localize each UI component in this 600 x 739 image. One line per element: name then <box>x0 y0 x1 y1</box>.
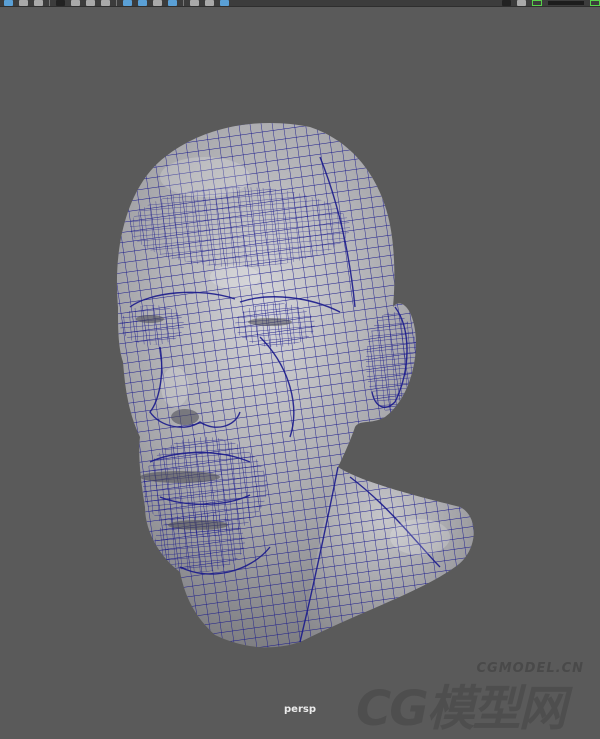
forehead-wrinkles <box>130 187 350 267</box>
resolution-gate-icon[interactable] <box>101 0 110 6</box>
toolbar-divider <box>183 0 184 6</box>
isolate-icon[interactable] <box>220 0 229 6</box>
wireframe-icon[interactable] <box>123 0 132 6</box>
exposure-icon[interactable] <box>517 0 526 6</box>
textured-icon[interactable] <box>153 0 162 6</box>
toolbar-divider <box>49 0 50 6</box>
head-geometry <box>116 122 474 648</box>
perspective-viewport[interactable]: CGMODEL.CN CG模型网 <box>0 7 600 737</box>
eye-region-left <box>120 305 184 345</box>
bookmark-icon[interactable] <box>34 0 43 6</box>
head-mesh[interactable] <box>0 7 600 730</box>
film-gate-icon[interactable] <box>86 0 95 6</box>
gamma-toggle-icon[interactable] <box>590 0 600 6</box>
exposure-field[interactable] <box>548 1 584 5</box>
select-camera-icon[interactable] <box>4 0 13 6</box>
grid-icon[interactable] <box>71 0 80 6</box>
lighting-icon[interactable] <box>168 0 177 6</box>
xray-icon[interactable] <box>205 0 214 6</box>
hud-toggle-icon[interactable] <box>532 0 542 6</box>
camera-name-label: persp <box>284 704 316 715</box>
viewport-toolbar <box>0 0 600 7</box>
gamma-icon[interactable] <box>502 0 511 6</box>
smooth-shade-icon[interactable] <box>138 0 147 6</box>
shadows-icon[interactable] <box>190 0 199 6</box>
camera-attr-icon[interactable] <box>19 0 28 6</box>
watermark: CGMODEL.CN CG模型网 <box>356 647 596 737</box>
toolbar-divider <box>116 0 117 6</box>
image-plane-icon[interactable] <box>56 0 65 6</box>
